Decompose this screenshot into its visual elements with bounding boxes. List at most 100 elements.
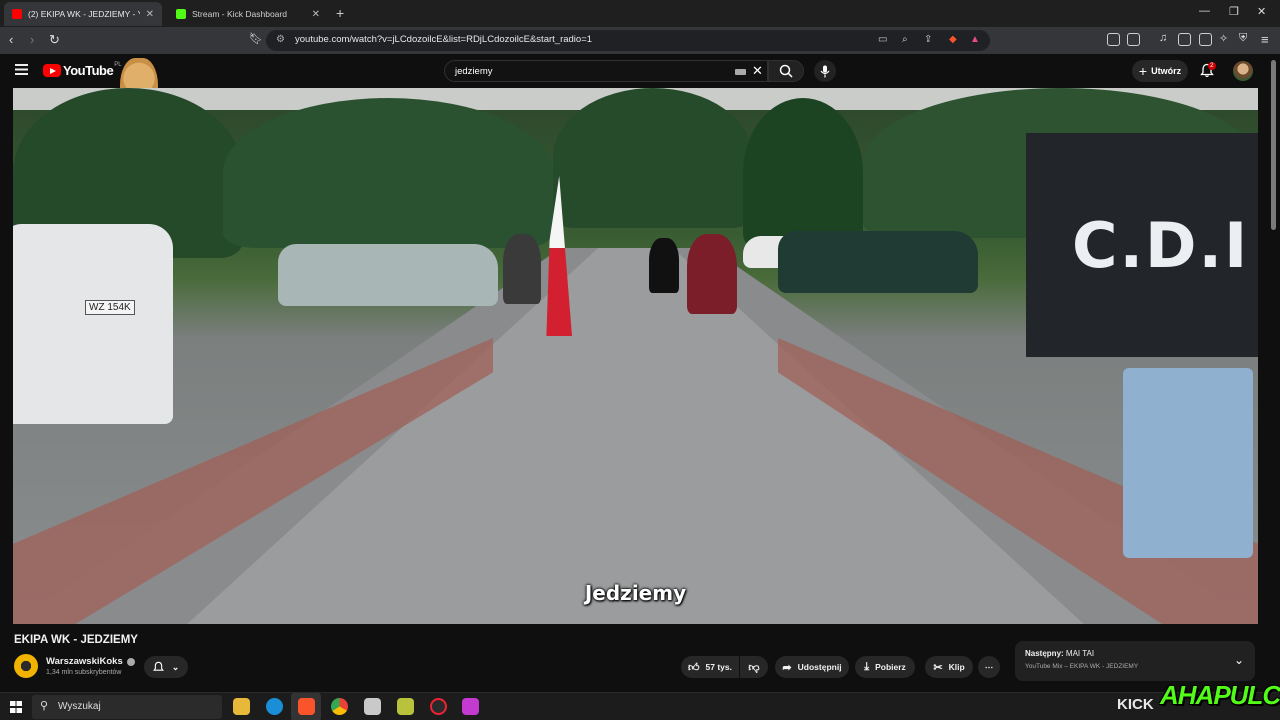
license-plate: WZ 154K [85,300,135,315]
trees-mid-left [223,98,553,248]
channel-name-text: WarszawskiKoks [46,656,123,667]
clip-label: Klip [948,662,965,672]
bookmark-icon[interactable]: 🔖︎ [249,32,263,45]
scissors-icon: ✂ [933,661,943,674]
share-icon[interactable]: ⇪ [924,34,932,45]
edge-icon[interactable] [266,698,283,715]
leo-ai-icon[interactable]: ✧ [1219,32,1228,45]
file-explorer-icon[interactable] [233,698,250,715]
kick-overlay-text: KICK [1117,696,1154,713]
tab-youtube[interactable]: (2) EKIPA WK - JEDZIEMY - Yo ✕ [4,2,162,26]
create-button[interactable]: + Utwórz [1132,60,1188,82]
menu-icon[interactable]: ≡ [1261,32,1269,47]
browser-toolbar: ‹ › ↻ 🔖︎ ⚙︎ youtube.com/watch?v=jLCdozoi… [0,27,1280,54]
share-arrow-icon: ➦ [782,661,792,674]
tree-conifer [743,98,863,248]
person-holding-sign [1123,368,1253,558]
voice-search-button[interactable] [814,60,836,82]
vpn-icon[interactable]: ⛨ [1239,32,1247,45]
white-suv: WZ 154K [13,224,173,424]
subscribed-bell-button[interactable]: ⌄ [144,656,188,678]
screenshot-icon[interactable] [1127,33,1140,46]
extensions-icon[interactable] [1107,33,1120,46]
reload-icon[interactable]: ↻ [49,32,60,48]
url-text: youtube.com/watch?v=jLCdozoilcE&list=RDj… [295,34,593,45]
dislike-button[interactable]: 👎︎ [740,656,768,678]
sidebar-icon[interactable] [1178,33,1191,46]
clear-search-icon[interactable]: ✕ [752,63,763,79]
trees-center [553,88,753,228]
up-next-line: Następny: MAI TAI [1025,649,1094,658]
media-icon[interactable]: ♫ [1159,32,1167,44]
close-tab-icon[interactable]: ✕ [312,9,320,20]
download-icon: ⤓ [864,660,870,673]
country-code: PL [114,61,122,68]
grey-sports-car [278,244,498,306]
browser-tab-strip: (2) EKIPA WK - JEDZIEMY - Yo ✕ Stream - … [0,0,1280,27]
mix-subtitle: YouTube Mix – EKIPA WK - JEDZIEMY [1025,663,1139,670]
chevron-down-icon: ⌄ [171,661,180,672]
app-icon-8[interactable] [462,698,479,715]
brave-icon[interactable] [298,698,315,715]
tab-youtube-label: (2) EKIPA WK - JEDZIEMY - Yo [28,9,140,19]
tab-kick-dashboard[interactable]: Stream - Kick Dashboard ✕ [168,2,328,26]
address-bar[interactable]: ⚙︎ youtube.com/watch?v=jLCdozoilcE&list=… [266,30,990,51]
youtube-header: YouTube PL jedziemy ✕ + Utwórz 2 [0,54,1280,88]
up-next-mix-panel[interactable]: Następny: MAI TAI YouTube Mix – EKIPA WK… [1015,641,1255,681]
download-label: Pobierz [875,662,906,672]
brave-shields-icon[interactable]: ◆ [949,34,957,45]
bell-icon [152,661,164,671]
dark-green-car [778,231,978,293]
page-scrollbar[interactable] [1271,60,1276,230]
clip-button[interactable]: ✂ Klip [925,656,973,678]
tab-kick-label: Stream - Kick Dashboard [192,9,287,19]
close-tab-icon[interactable]: ✕ [146,9,154,20]
app-icon-6[interactable] [397,698,414,715]
zoom-icon[interactable]: ⌕ [902,34,908,45]
obs-icon[interactable] [430,698,447,715]
cast-icon[interactable]: ▭ [878,34,887,45]
rider-2 [649,238,679,293]
brave-rewards-icon[interactable]: ▲ [970,34,980,45]
rider-1 [503,234,541,304]
search-query: jedziemy [455,66,493,77]
account-avatar[interactable] [1233,61,1253,81]
youtube-play-icon [43,64,61,77]
channel-name[interactable]: WarszawskiKoks [46,656,135,667]
guide-menu-icon[interactable] [15,64,28,75]
close-window-icon[interactable]: ✕ [1257,5,1266,18]
sign-text: C.D.I [1072,209,1250,282]
wallet-icon[interactable] [1199,33,1212,46]
notification-badge: 2 [1208,62,1216,70]
verified-icon [126,657,135,666]
like-count: 57 tys. [705,662,732,672]
youtube-favicon-icon [12,9,22,19]
video-title: EKIPA WK - JEDZIEMY [14,634,138,646]
kick-favicon-icon [176,9,186,19]
up-next-prefix: Następny: [1025,649,1064,658]
minimize-icon[interactable]: — [1199,5,1210,17]
forward-icon[interactable]: › [30,32,34,47]
search-input[interactable]: jedziemy ✕ [444,60,768,82]
windows-start-icon[interactable] [10,701,22,713]
app-icon-5[interactable] [364,698,381,715]
youtube-logo[interactable]: YouTube PL [43,61,122,78]
new-tab-button[interactable]: + [336,5,344,21]
up-next-title: MAI TAI [1065,649,1095,658]
share-button[interactable]: ➦ Udostępnij [775,656,849,678]
expand-chevron-icon[interactable]: ⌄ [1234,653,1244,667]
search-button[interactable] [768,60,804,82]
like-button[interactable]: 👍︎ 57 tys. [681,656,739,678]
more-actions-button[interactable]: ⋯ [978,656,1000,678]
channel-avatar[interactable] [14,654,38,678]
taskbar-search-placeholder: Wyszukaj [58,701,101,712]
video-player[interactable]: WZ 154K C.D.I Jedziemy [13,88,1258,624]
back-icon[interactable]: ‹ [9,32,13,47]
taskbar-search[interactable]: ⚲ Wyszukaj [32,695,222,719]
site-info-icon[interactable]: ⚙︎ [276,34,285,45]
keyboard-icon[interactable] [735,69,746,75]
restore-icon[interactable]: ❐ [1229,5,1239,18]
download-button[interactable]: ⤓ Pobierz [855,656,915,678]
chrome-icon[interactable] [331,698,348,715]
more-dots-icon: ⋯ [984,661,994,672]
